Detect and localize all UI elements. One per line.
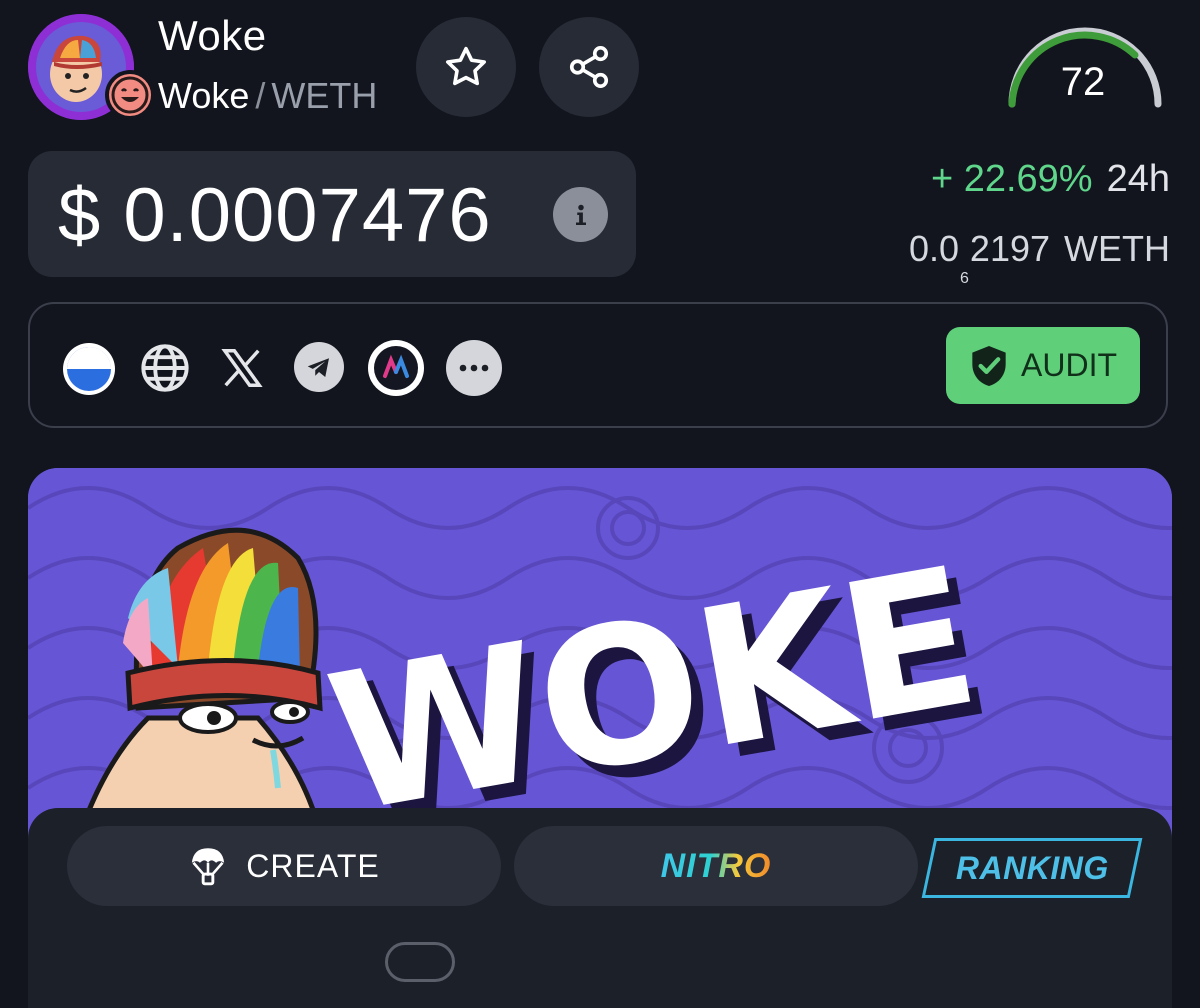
globe-icon[interactable] xyxy=(137,340,193,396)
audit-label: AUDIT xyxy=(1021,347,1117,383)
audit-button[interactable]: AUDIT xyxy=(946,327,1140,404)
price-change: + 22.69% 24h xyxy=(931,158,1170,201)
nitro-label: NITRO xyxy=(660,846,772,885)
create-button[interactable]: CREATE xyxy=(67,826,501,906)
nitro-button[interactable]: NITRO xyxy=(514,826,918,906)
app-icon[interactable] xyxy=(368,340,424,396)
airdrop-icon xyxy=(192,848,225,886)
share-icon xyxy=(569,46,609,88)
ranking-label: RANKING xyxy=(955,849,1109,886)
change-percent: + 22.69% xyxy=(930,158,1093,200)
token-name: Woke xyxy=(158,12,267,59)
share-button[interactable] xyxy=(539,17,639,117)
usd-price: $ 0.0007476 xyxy=(58,173,492,258)
more-icon[interactable] xyxy=(446,340,502,396)
favorite-button[interactable] xyxy=(416,17,516,117)
telegram-icon[interactable] xyxy=(294,342,344,392)
score-value: 72 xyxy=(1060,60,1106,104)
pair-separator: / xyxy=(255,75,266,116)
grin-emoji-icon xyxy=(105,70,155,120)
weth-unit: WETH xyxy=(1064,228,1170,269)
pair-base: Woke xyxy=(158,75,250,116)
tab-indicator xyxy=(385,942,455,982)
info-icon[interactable] xyxy=(553,187,608,242)
trading-pair: Woke / WETH xyxy=(158,75,377,117)
change-timeframe: 24h xyxy=(1106,158,1170,200)
ranking-button[interactable]: RANKING xyxy=(921,838,1143,898)
star-icon xyxy=(446,46,486,86)
x-icon[interactable] xyxy=(214,340,270,396)
weth-price: 0.062197 WETH xyxy=(908,228,1170,287)
weth-prefix: 0.0 xyxy=(908,228,960,269)
weth-digits: 2197 xyxy=(969,228,1051,269)
chain-icon[interactable] xyxy=(61,341,117,397)
pair-quote: WETH xyxy=(271,75,378,116)
weth-subscript: 6 xyxy=(960,270,969,288)
create-label: CREATE xyxy=(246,847,380,884)
shield-check-icon xyxy=(972,345,1006,386)
